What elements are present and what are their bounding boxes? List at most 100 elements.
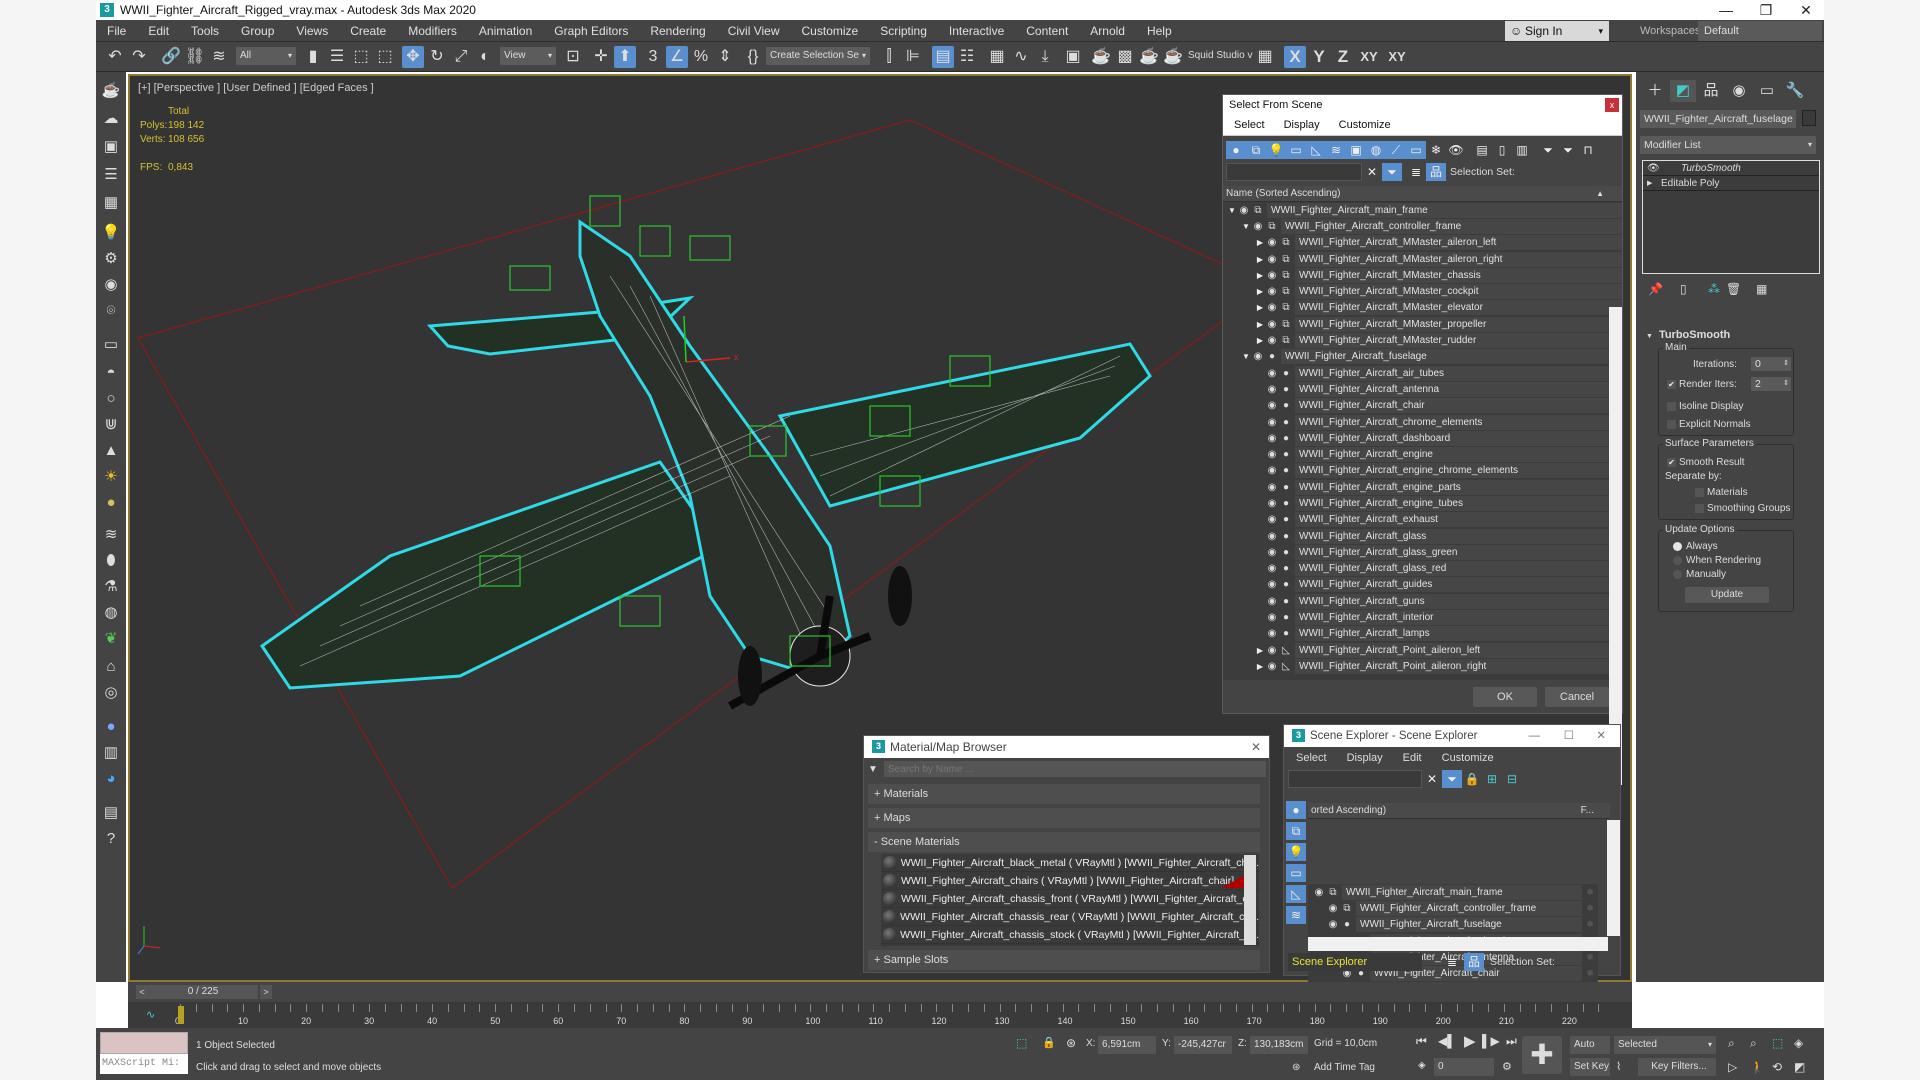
- cancel-button[interactable]: Cancel: [1545, 687, 1609, 707]
- menu-file[interactable]: File: [96, 20, 137, 42]
- explicit-normals-checkbox[interactable]: Explicit Normals: [1667, 419, 1751, 430]
- always-radio[interactable]: Always: [1673, 541, 1718, 552]
- tree-row[interactable]: ▶ ◉ ⧉ WWII_Fighter_Aircraft_MMaster_propell…: [1223, 316, 1622, 332]
- groups-filter-icon[interactable]: ▣: [1346, 141, 1366, 159]
- tree-row[interactable]: ▼ ◉ ⧉ WWII_Fighter_Aircraft_main_frame: [1223, 202, 1622, 218]
- lights-filter-icon[interactable]: 💡: [1286, 843, 1306, 861]
- hierarchy-tab-icon[interactable]: 品: [1698, 80, 1724, 102]
- visibility-eye-icon[interactable]: ◉: [1265, 302, 1279, 313]
- column-frozen-header[interactable]: F...: [1581, 803, 1594, 819]
- flask-icon[interactable]: ⚗: [100, 576, 122, 598]
- render-production-icon[interactable]: ☕: [1138, 46, 1160, 68]
- next-key-icon[interactable]: ▌▶: [1482, 1034, 1500, 1048]
- visibility-eye-icon[interactable]: ◉: [1265, 482, 1279, 493]
- add-time-tag[interactable]: Add Time Tag: [1314, 1062, 1375, 1073]
- teapot-icon[interactable]: ☕: [100, 80, 122, 102]
- mirror-icon[interactable]: ⫿: [878, 46, 900, 68]
- layers-icon[interactable]: ≣: [1406, 163, 1426, 181]
- tree-row[interactable]: ◉ ● WWII_Fighter_Aircraft_glass_green: [1223, 544, 1622, 560]
- tree-row[interactable]: ◉ ● WWII_Fighter_Aircraft_antenna: [1223, 381, 1622, 397]
- render-iters-spinner[interactable]: 2 ⇕: [1751, 377, 1791, 391]
- previous-frame-button[interactable]: <: [136, 985, 148, 999]
- key-selection-dropdown[interactable]: Selected ▾: [1614, 1036, 1716, 1054]
- zoom-all-icon[interactable]: ⌕: [1750, 1036, 1757, 1051]
- helpers-filter-icon[interactable]: ◺: [1306, 141, 1326, 159]
- material-editor-icon[interactable]: ▣: [1062, 46, 1084, 68]
- select-manipulate-icon[interactable]: ✛: [590, 46, 612, 68]
- menu-civil-view[interactable]: Civil View: [717, 20, 791, 42]
- visibility-eye-icon[interactable]: ◉: [1265, 514, 1279, 525]
- visibility-eye-icon[interactable]: ◉: [1265, 645, 1279, 656]
- spacewarps-filter-icon[interactable]: ≋: [1286, 906, 1306, 924]
- tree-row[interactable]: ▶ ◉ ⧉ WWII_Fighter_Aircraft_MMaster_cockpit: [1223, 283, 1622, 300]
- hierarchy-icon[interactable]: 品: [1426, 163, 1446, 181]
- section-sample-slots[interactable]: + Sample Slots: [868, 950, 1260, 970]
- isoline-display-checkbox[interactable]: Isoline Display: [1667, 401, 1743, 412]
- visibility-eye-icon[interactable]: ◉: [1265, 563, 1279, 574]
- go-to-start-icon[interactable]: ⏮: [1416, 1034, 1427, 1049]
- menu-animation[interactable]: Animation: [468, 20, 543, 42]
- freeze-icon[interactable]: ❄: [1582, 968, 1598, 979]
- bones-filter-icon[interactable]: ⟋: [1386, 141, 1406, 159]
- select-by-name-icon[interactable]: ☰: [326, 46, 348, 68]
- search-by-name-input[interactable]: [884, 761, 1266, 777]
- scene-explorer-toggle-icon[interactable]: ▤: [932, 46, 954, 68]
- search-input[interactable]: [1226, 163, 1362, 181]
- modifier-list-dropdown[interactable]: Modifier List ▾: [1640, 136, 1816, 154]
- frozen-filter-icon[interactable]: ❄: [1426, 141, 1446, 159]
- cookie-icon[interactable]: ◎: [100, 682, 122, 704]
- visibility-eye-icon[interactable]: ◉: [1265, 547, 1279, 558]
- visibility-eye-icon[interactable]: ◉: [1326, 919, 1340, 930]
- tree-row[interactable]: ▶ ◉ ⧉ WWII_Fighter_Aircraft_MMaster_aileron…: [1223, 235, 1622, 251]
- visibility-eye-icon[interactable]: ◉: [1251, 221, 1265, 232]
- menu-rendering[interactable]: Rendering: [639, 20, 716, 42]
- create-tab-icon[interactable]: ＋: [1642, 80, 1668, 102]
- selection-lock-icon[interactable]: 🔒: [1042, 1036, 1056, 1049]
- tree-row[interactable]: ◉ ⧉ WWII_Fighter_Aircraft_main_frame ❄: [1308, 884, 1598, 900]
- z-coordinate-field[interactable]: 130,183cm: [1250, 1036, 1308, 1054]
- window-crossing-icon[interactable]: ⬚: [374, 46, 396, 68]
- clear-search-icon[interactable]: ✕: [1362, 163, 1382, 181]
- sun-icon[interactable]: ☀: [100, 466, 122, 488]
- maximize-icon[interactable]: ☐: [1564, 725, 1574, 747]
- freeze-icon[interactable]: ❄: [1582, 903, 1598, 914]
- tree-row[interactable]: ◉ ● WWII_Fighter_Aircraft_engine: [1223, 446, 1622, 463]
- hair-icon[interactable]: ≋: [100, 524, 122, 546]
- explorer-column-header[interactable]: orted Ascending) F...: [1308, 803, 1610, 819]
- expand-arrow-icon[interactable]: ▶: [1255, 271, 1265, 280]
- freeze-icon[interactable]: ❄: [1582, 919, 1598, 930]
- vertical-scrollbar[interactable]: [1609, 307, 1622, 785]
- walkthrough-icon[interactable]: 🚶: [1750, 1060, 1765, 1074]
- column-header-name[interactable]: Name (Sorted Ascending) ▲: [1223, 186, 1622, 202]
- expand-arrow-icon[interactable]: ▶: [1255, 336, 1265, 345]
- zoom-extents-all-icon[interactable]: ◈: [1794, 1036, 1803, 1050]
- tree-row[interactable]: ◉ ● WWII_Fighter_Aircraft_engine_tubes: [1223, 495, 1622, 511]
- explorer-vertical-scrollbar[interactable]: [1607, 820, 1620, 936]
- configure-sets-icon[interactable]: ▦: [1756, 282, 1767, 296]
- object-color-swatch[interactable]: [1802, 110, 1816, 126]
- xrefs-filter-icon[interactable]: ◍: [1366, 141, 1386, 159]
- expand-arrow-icon[interactable]: ▶: [1255, 287, 1265, 296]
- tree-row[interactable]: ◉ ● WWII_Fighter_Aircraft_guides: [1223, 577, 1622, 593]
- tree-row[interactable]: ▶ ◉ ⧉ WWII_Fighter_Aircraft_MMaster_aileron…: [1223, 251, 1622, 267]
- render-window-icon[interactable]: ▣: [100, 136, 122, 158]
- material-item[interactable]: WWII_Fighter_Aircraft_chairs ( VRayMtl )…: [881, 872, 1259, 890]
- freeze-icon[interactable]: ❄: [1582, 887, 1598, 898]
- capsule-icon[interactable]: ⬮: [100, 550, 122, 572]
- hidden-filter-icon[interactable]: 👁: [1446, 141, 1466, 159]
- dome-icon[interactable]: ◓: [100, 362, 122, 384]
- camera-icon[interactable]: ⌾: [100, 300, 122, 322]
- menu-scripting[interactable]: Scripting: [869, 20, 938, 42]
- hf-icon[interactable]: ⌂: [100, 656, 122, 678]
- close-icon[interactable]: ✕: [1251, 736, 1261, 758]
- y-coordinate-field[interactable]: -245,427cr: [1174, 1036, 1232, 1054]
- align-icon[interactable]: ⊫: [902, 46, 924, 68]
- when-rendering-radio[interactable]: When Rendering: [1673, 555, 1761, 566]
- tree-row[interactable]: ◉ ● WWII_Fighter_Aircraft_exhaust: [1223, 512, 1622, 528]
- tree-row[interactable]: ◉ ● WWII_Fighter_Aircraft_chrome_elements: [1223, 414, 1622, 430]
- frame-display[interactable]: 0 / 225: [148, 985, 258, 999]
- curve-editor-icon[interactable]: ∿: [1010, 46, 1032, 68]
- visibility-eye-icon[interactable]: ◉: [1237, 205, 1251, 216]
- material-item[interactable]: WWII_Fighter_Aircraft_chassis_stock ( VR…: [881, 926, 1259, 944]
- axis-x-button[interactable]: X: [1284, 46, 1306, 68]
